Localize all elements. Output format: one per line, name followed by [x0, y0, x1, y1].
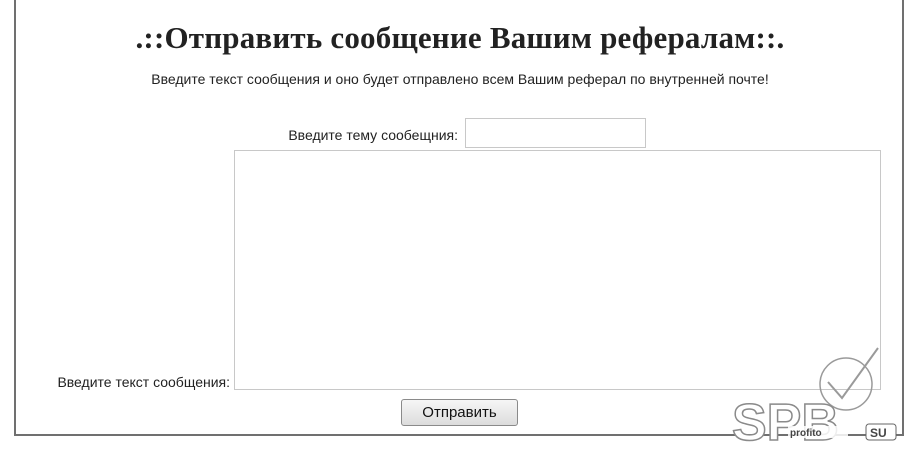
message-textarea[interactable] [234, 150, 881, 390]
message-label: Введите текст сообщения: [57, 374, 230, 390]
page-subtitle: Введите текст сообщения и оно будет отпр… [151, 71, 769, 87]
subject-input[interactable] [465, 118, 646, 148]
page-title: .::Отправить сообщение Вашим рефералам::… [135, 20, 785, 55]
send-button[interactable]: Отправить [401, 399, 518, 426]
subject-label: Введите тему сообещния: [288, 127, 458, 143]
